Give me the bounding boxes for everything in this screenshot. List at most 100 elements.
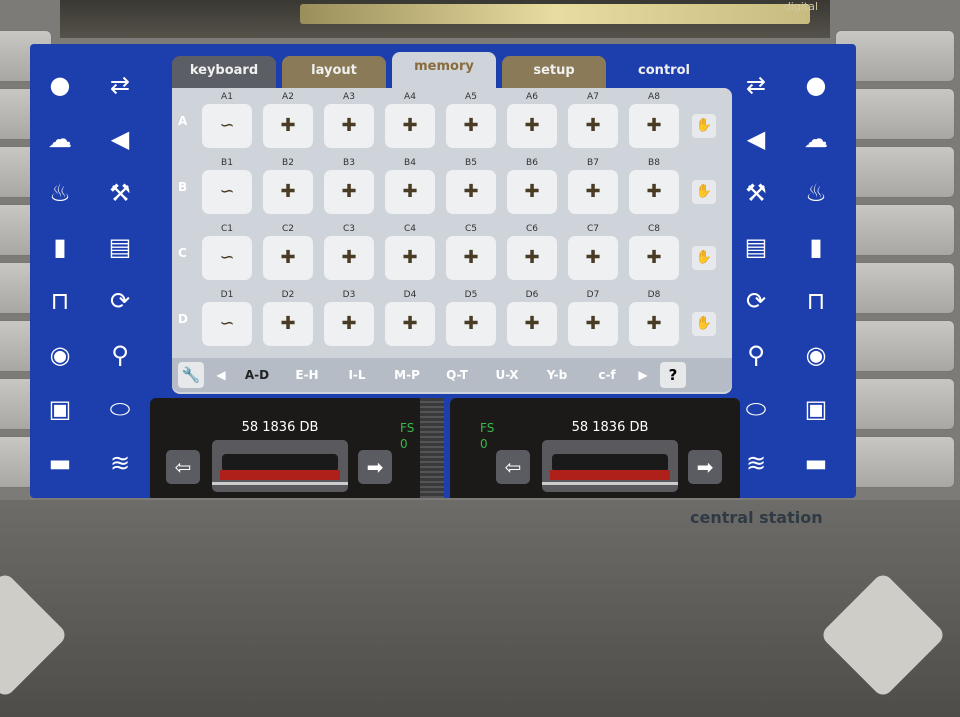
add-route-icon[interactable]: ✚ [446,104,496,148]
add-route-icon[interactable]: ✚ [568,104,618,148]
add-route-icon[interactable]: ✚ [507,236,557,280]
memory-slot[interactable]: A6 ✚ [507,92,557,148]
add-route-icon[interactable]: ✚ [507,302,557,346]
memory-slot[interactable]: B8 ✚ [629,158,679,214]
add-route-icon[interactable]: ✚ [324,170,374,214]
add-route-icon[interactable]: ✚ [324,302,374,346]
memory-slot[interactable]: D8 ✚ [629,290,679,346]
memory-slot[interactable]: A4 ✚ [385,92,435,148]
telex-icon[interactable]: ⟳ [90,274,150,328]
fan-icon[interactable]: ⚲ [726,328,786,382]
shunting-icon[interactable]: ⇄ [726,58,786,112]
smoke-icon[interactable]: ☁ [30,112,90,166]
help-button[interactable]: ? [660,362,686,388]
memory-slot[interactable]: D2 ✚ [263,290,313,346]
add-route-icon[interactable]: ✚ [385,170,435,214]
page-c-f[interactable]: c-f [582,368,632,382]
page-I-L[interactable]: I-L [332,368,382,382]
memory-slot[interactable]: B6 ✚ [507,158,557,214]
memory-slot[interactable]: D4 ✚ [385,290,435,346]
add-route-icon[interactable]: ✚ [629,302,679,346]
route-icon[interactable]: ∽ [202,302,252,346]
memory-slot[interactable]: A2 ✚ [263,92,313,148]
add-route-icon[interactable]: ✚ [324,236,374,280]
bell-icon[interactable]: ▣ [30,382,90,436]
pantograph-icon[interactable]: ▮ [30,220,90,274]
memory-slot[interactable]: D1 ∽ [202,290,252,346]
page-M-P[interactable]: M-P [382,368,432,382]
add-route-icon[interactable]: ✚ [263,170,313,214]
wrench-icon[interactable]: 🔧 [178,362,204,388]
bell-icon[interactable]: ▣ [786,382,846,436]
sound-icon[interactable]: ♨ [786,166,846,220]
light-icon[interactable]: ● [30,58,90,112]
memory-slot[interactable]: B2 ✚ [263,158,313,214]
page-next-icon[interactable]: ▶ [632,368,654,382]
whistle-icon[interactable]: ◉ [30,328,90,382]
tab-memory[interactable]: memory [392,52,496,88]
memory-slot[interactable]: C6 ✚ [507,224,557,280]
memory-slot[interactable]: A1 ∽ [202,92,252,148]
telex-icon[interactable]: ⟳ [726,274,786,328]
pantograph-icon[interactable]: ▮ [786,220,846,274]
crane-icon[interactable]: ⚒ [90,166,150,220]
memory-slot[interactable]: B3 ✚ [324,158,374,214]
add-route-icon[interactable]: ✚ [568,236,618,280]
memory-slot[interactable]: B7 ✚ [568,158,618,214]
memory-slot[interactable]: B1 ∽ [202,158,252,214]
add-route-icon[interactable]: ✚ [263,302,313,346]
add-route-icon[interactable]: ✚ [446,236,496,280]
memory-slot[interactable]: C7 ✚ [568,224,618,280]
direction-right-button[interactable]: ➡ [688,450,722,484]
page-prev-icon[interactable]: ◀ [210,368,232,382]
memory-slot[interactable]: C2 ✚ [263,224,313,280]
tab-keyboard[interactable]: keyboard [172,56,276,88]
direction-right-button[interactable]: ➡ [358,450,392,484]
brake-icon[interactable]: ≋ [90,436,150,490]
add-route-icon[interactable]: ✚ [507,170,557,214]
add-route-icon[interactable]: ✚ [568,170,618,214]
sound-icon[interactable]: ♨ [30,166,90,220]
add-route-icon[interactable]: ✚ [446,302,496,346]
memory-slot[interactable]: D3 ✚ [324,290,374,346]
manual-hand-icon[interactable]: ✋ [692,312,716,336]
train-front-icon[interactable]: ▬ [30,436,90,490]
route-icon[interactable]: ∽ [202,104,252,148]
manual-hand-icon[interactable]: ✋ [692,114,716,138]
smoke-icon[interactable]: ☁ [786,112,846,166]
memory-slot[interactable]: C4 ✚ [385,224,435,280]
memory-slot[interactable]: B4 ✚ [385,158,435,214]
horn-icon[interactable]: ◀ [90,112,150,166]
add-route-icon[interactable]: ✚ [507,104,557,148]
compressor-icon[interactable]: ⬭ [90,382,150,436]
manual-hand-icon[interactable]: ✋ [692,180,716,204]
fan-icon[interactable]: ⚲ [90,328,150,382]
memory-slot[interactable]: C1 ∽ [202,224,252,280]
add-route-icon[interactable]: ✚ [629,236,679,280]
add-route-icon[interactable]: ✚ [263,104,313,148]
add-route-icon[interactable]: ✚ [324,104,374,148]
coupler-icon[interactable]: ⊓ [30,274,90,328]
horn-icon[interactable]: ◀ [726,112,786,166]
memory-slot[interactable]: C3 ✚ [324,224,374,280]
page-U-X[interactable]: U-X [482,368,532,382]
light-icon[interactable]: ● [786,58,846,112]
page-E-H[interactable]: E-H [282,368,332,382]
cab-light-icon[interactable]: ▤ [90,220,150,274]
memory-slot[interactable]: B5 ✚ [446,158,496,214]
memory-slot[interactable]: A3 ✚ [324,92,374,148]
train-front-icon[interactable]: ▬ [786,436,846,490]
add-route-icon[interactable]: ✚ [629,104,679,148]
cab-light-icon[interactable]: ▤ [726,220,786,274]
loco-image[interactable] [542,440,678,492]
add-route-icon[interactable]: ✚ [568,302,618,346]
memory-slot[interactable]: C5 ✚ [446,224,496,280]
add-route-icon[interactable]: ✚ [385,104,435,148]
memory-slot[interactable]: D5 ✚ [446,290,496,346]
direction-left-button[interactable]: ⇦ [166,450,200,484]
page-A-D[interactable]: A-D [232,368,282,382]
page-Q-T[interactable]: Q-T [432,368,482,382]
shunting-icon[interactable]: ⇄ [90,58,150,112]
crane-icon[interactable]: ⚒ [726,166,786,220]
memory-slot[interactable]: A7 ✚ [568,92,618,148]
